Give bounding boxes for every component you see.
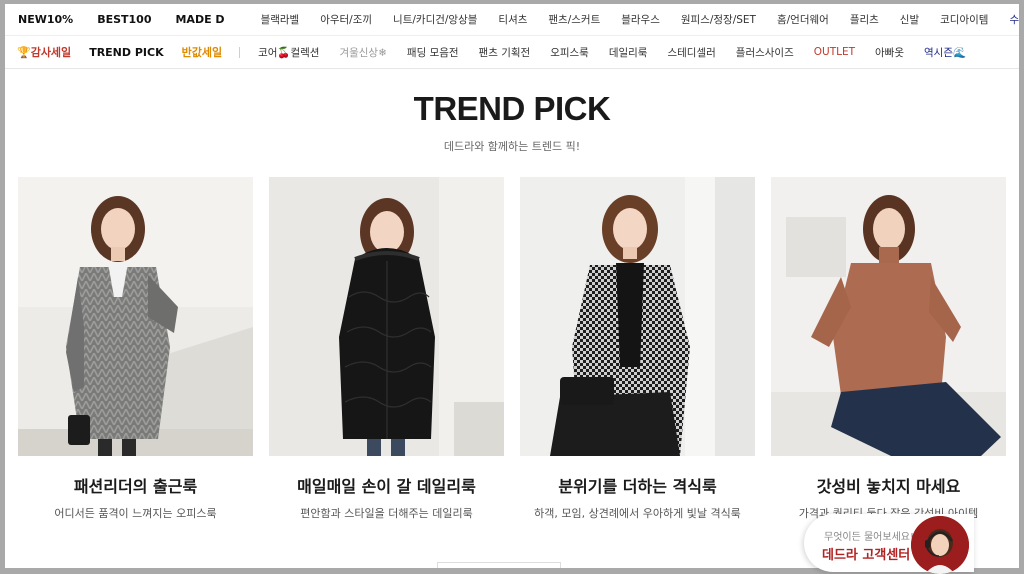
nav-black-label[interactable]: 블랙라벨 bbox=[261, 12, 300, 27]
nav-steady-seller[interactable]: 스테디셀러 bbox=[667, 45, 715, 60]
nav-pants[interactable]: 팬츠/스커트 bbox=[548, 12, 600, 27]
nav-best100[interactable]: BEST100 bbox=[97, 13, 151, 26]
product-card[interactable]: 매일매일 손이 갈 데일리룩 편안함과 스타일을 더해주는 데일리룩 bbox=[269, 177, 504, 521]
product-card-description: 어디서든 품격이 느껴지는 오피스룩 bbox=[54, 507, 217, 520]
nav-shoes[interactable]: 신발 bbox=[900, 12, 919, 27]
page-frame: NEW10% BEST100 MADE D 블랙라벨 아우터/조끼 니트/카디건… bbox=[5, 4, 1019, 568]
product-card[interactable]: 갓성비 놓치지 마세요 가격과 퀄리티 둘다 잡은 갓성비 아이템 bbox=[771, 177, 1006, 521]
nav-knit[interactable]: 니트/카디건/앙상블 bbox=[393, 12, 477, 27]
nav-half-sale[interactable]: 반값세일 bbox=[182, 44, 222, 60]
product-card-title[interactable]: 분위기를 더하는 격식룩 bbox=[520, 473, 755, 497]
product-photo[interactable] bbox=[771, 177, 1006, 456]
customer-center-agent-icon[interactable] bbox=[911, 516, 969, 574]
nav-dress[interactable]: 원피스/정장/SET bbox=[681, 12, 756, 27]
nav-homewear[interactable]: 홈/언더웨어 bbox=[777, 12, 829, 27]
secondary-nav: 🏆감사세일 TREND PICK 반값세일 코어🍒컬렉션 겨울신상❄ 패딩 모음… bbox=[5, 37, 1019, 67]
nav-pants-promo[interactable]: 팬츠 기획전 bbox=[479, 45, 531, 60]
nav-made-d[interactable]: MADE D bbox=[175, 13, 224, 26]
section-title: TREND PICK bbox=[413, 90, 611, 127]
product-photo[interactable] bbox=[18, 177, 253, 456]
product-photo[interactable] bbox=[269, 177, 504, 456]
product-card-title[interactable]: 패션리더의 출근룩 bbox=[18, 473, 253, 497]
nav-trend-pick[interactable]: TREND PICK bbox=[89, 46, 163, 59]
product-card-description: 하객, 모임, 상견례에서 우아하게 빛날 격식룩 bbox=[534, 507, 741, 520]
nav-new10[interactable]: NEW10% bbox=[18, 13, 73, 26]
primary-nav: NEW10% BEST100 MADE D 블랙라벨 아우터/조끼 니트/카디건… bbox=[5, 4, 1019, 34]
nav-swimwear[interactable]: 수영복 bbox=[1009, 12, 1019, 27]
nav-core-collection[interactable]: 코어🍒컬렉션 bbox=[258, 45, 319, 60]
nav-office-look[interactable]: 오피스룩 bbox=[550, 45, 589, 60]
product-photo[interactable] bbox=[520, 177, 755, 456]
customer-center-label[interactable]: 데드라 고객센터 bbox=[822, 544, 910, 563]
nav-coordi[interactable]: 코디아이템 bbox=[940, 12, 988, 27]
more-button-edge[interactable] bbox=[437, 562, 561, 568]
nav-outer[interactable]: 아우터/조끼 bbox=[320, 12, 372, 27]
nav-outlet[interactable]: OUTLET bbox=[814, 46, 855, 58]
product-card-title[interactable]: 갓성비 놓치지 마세요 bbox=[771, 473, 1006, 497]
product-card[interactable]: 패션리더의 출근룩 어디서든 품격이 느껴지는 오피스룩 bbox=[18, 177, 253, 521]
product-card[interactable]: 분위기를 더하는 격식룩 하객, 모임, 상견례에서 우아하게 빛날 격식룩 bbox=[520, 177, 755, 521]
nav-blouse[interactable]: 블라우스 bbox=[621, 12, 660, 27]
nav-thanks-sale[interactable]: 🏆감사세일 bbox=[17, 44, 71, 60]
product-card-title[interactable]: 매일매일 손이 갈 데일리룩 bbox=[269, 473, 504, 497]
nav-pleats[interactable]: 플리츠 bbox=[850, 12, 879, 27]
nav-bottom-border bbox=[5, 68, 1019, 69]
product-card-description: 편안함과 스타일을 더해주는 데일리룩 bbox=[300, 507, 473, 520]
nav-off-season[interactable]: 역시즌🌊 bbox=[924, 45, 966, 60]
section-subtitle: 데드라와 함께하는 트렌드 픽! bbox=[443, 140, 581, 153]
nav-plus-size[interactable]: 플러스사이즈 bbox=[736, 45, 794, 60]
customer-center-prompt: 무엇이든 물어보세요! bbox=[824, 532, 914, 543]
nav-winter-new[interactable]: 겨울신상❄ bbox=[339, 45, 386, 60]
nav-daily-look[interactable]: 데일리룩 bbox=[609, 45, 648, 60]
nav-divider bbox=[239, 46, 241, 58]
nav-padding[interactable]: 패딩 모음전 bbox=[407, 45, 459, 60]
nav-tshirt[interactable]: 티셔츠 bbox=[498, 12, 527, 27]
nav-separator bbox=[5, 35, 1019, 36]
nav-dads-clothes[interactable]: 아빠옷 bbox=[875, 45, 904, 60]
